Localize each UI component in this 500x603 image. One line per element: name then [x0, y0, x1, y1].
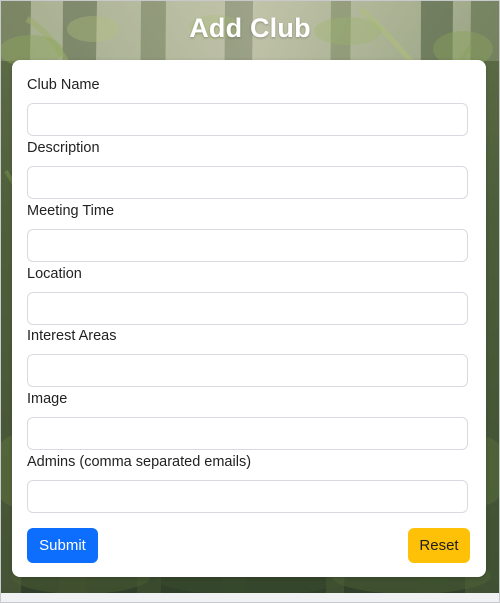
- admins-label: Admins (comma separated emails): [27, 454, 252, 470]
- location-label: Location: [27, 266, 82, 282]
- bottom-strip: [1, 593, 499, 602]
- add-club-form: Club Name Description Meeting Time Locat…: [12, 60, 486, 577]
- image-input[interactable]: [27, 417, 468, 450]
- location-input[interactable]: [27, 292, 468, 325]
- club-name-label: Club Name: [27, 77, 100, 93]
- interest-areas-input[interactable]: [27, 354, 468, 387]
- image-label: Image: [27, 391, 68, 407]
- meeting-time-label: Meeting Time: [27, 203, 115, 219]
- description-label: Description: [27, 140, 100, 156]
- page-title: Add Club: [189, 13, 311, 43]
- admins-input[interactable]: [27, 480, 468, 513]
- description-input[interactable]: [27, 166, 468, 199]
- interest-areas-label: Interest Areas: [27, 328, 117, 344]
- club-name-input[interactable]: [27, 103, 468, 136]
- reset-button[interactable]: Reset: [408, 528, 470, 563]
- submit-button[interactable]: Submit: [27, 528, 98, 563]
- meeting-time-input[interactable]: [27, 229, 468, 262]
